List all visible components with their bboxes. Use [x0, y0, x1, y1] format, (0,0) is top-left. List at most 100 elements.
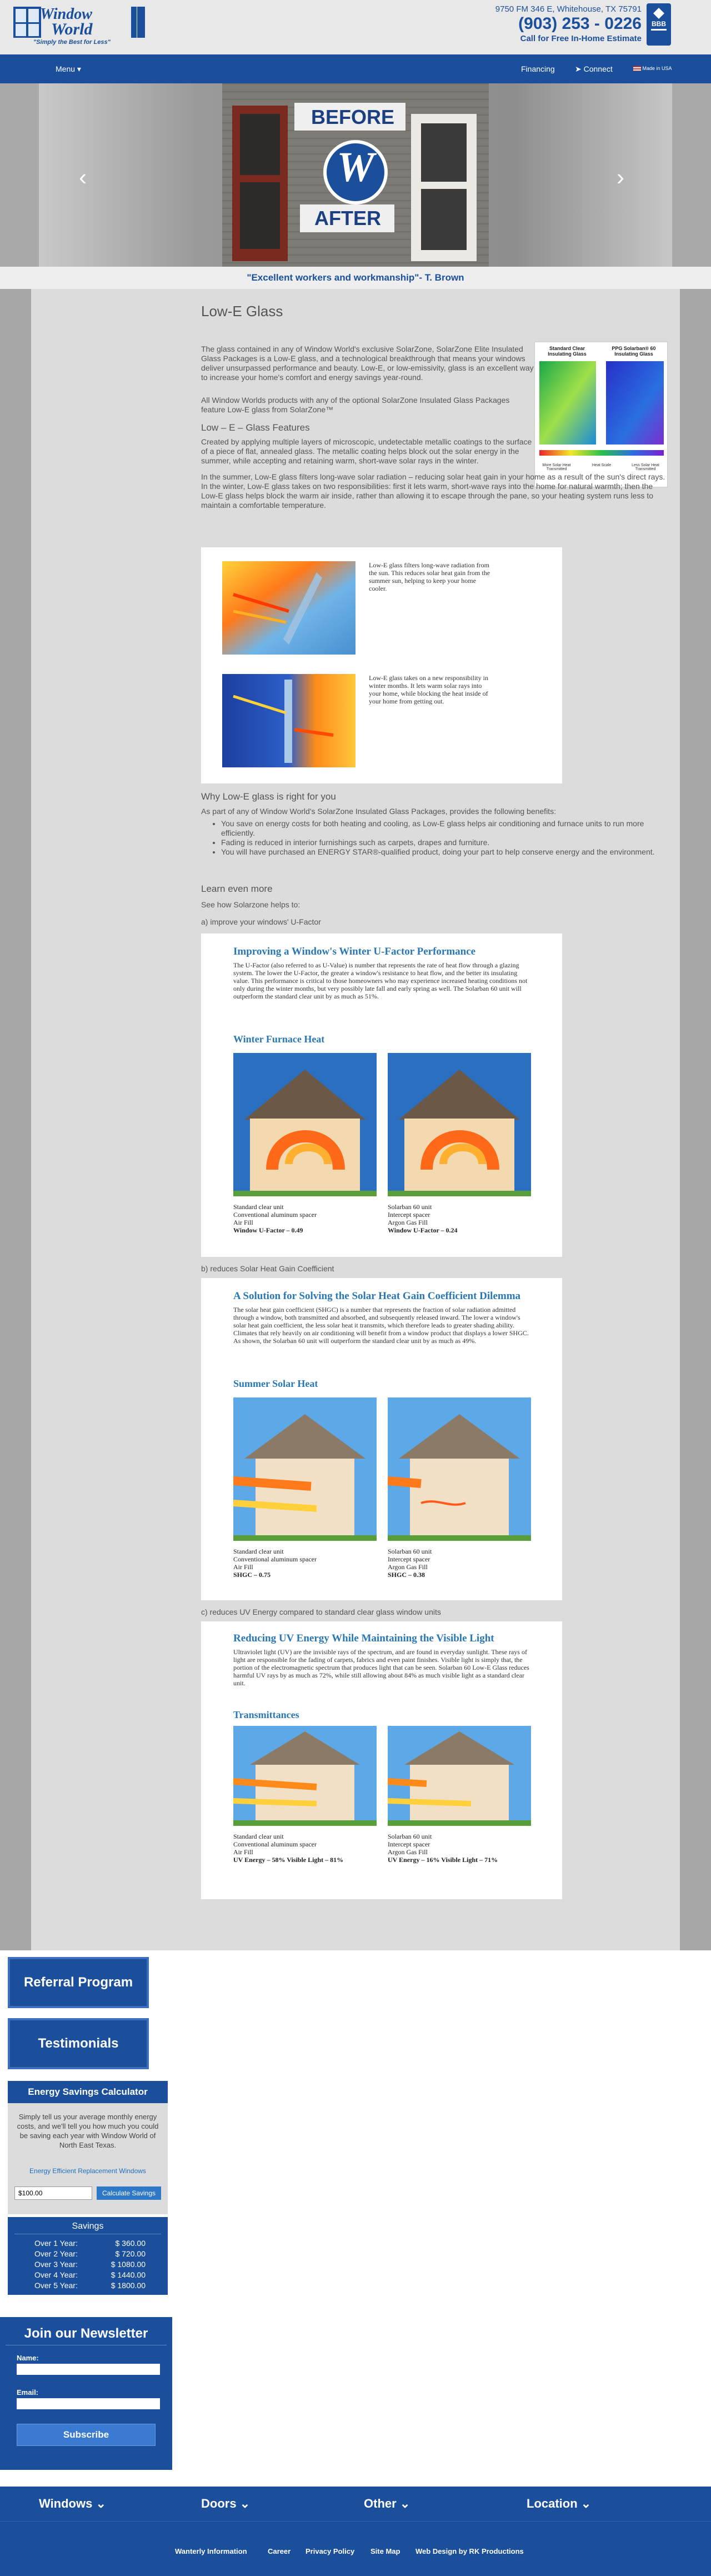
logo[interactable]: Window World "Simply the Best for Less"	[12, 4, 146, 47]
why-intro: As part of any of Window World's SolarZo…	[201, 807, 556, 816]
glass-comparison-figure: Standard Clear Insulating Glass PPG Sola…	[534, 342, 668, 487]
caption-line: Conventional aluminum spacer	[233, 1555, 317, 1563]
caption-line: Standard clear unit	[233, 1833, 284, 1840]
item-b-label: b) reduces Solar Heat Gain Coefficient	[201, 1264, 334, 1273]
thermal-images	[539, 361, 664, 456]
subscribe-button[interactable]: Subscribe	[17, 2424, 156, 2446]
caption-line: Solarban 60 unit	[388, 1547, 432, 1555]
footer-nav-doors[interactable]: Doors ⌄	[201, 2497, 250, 2511]
features-heading: Low – E – Glass Features	[201, 422, 310, 433]
testimonial-banner: "Excellent workers and workmanship"- T. …	[0, 267, 711, 289]
calculator-link[interactable]: Energy Efficient Replacement Windows	[8, 2167, 168, 2175]
chevron-down-icon: ⌄	[96, 2497, 106, 2510]
caption-line: Conventional aluminum spacer	[233, 1211, 317, 1219]
logo-line2: World	[51, 20, 93, 38]
caption-line: Argon Gas Fill	[388, 1563, 428, 1571]
flag-icon	[633, 66, 641, 72]
slider-image: BEFORE W AFTER ‹ ›	[39, 83, 672, 267]
caption-value: SHGC – 0.38	[388, 1571, 425, 1579]
chevron-down-icon: ⌄	[580, 2497, 592, 2510]
estimate-cta[interactable]: Call for Free In-Home Estimate	[453, 34, 642, 43]
benefit-item: You will have purchased an ENERGY STAR®-…	[221, 847, 665, 857]
caption-line: Air Fill	[233, 1563, 253, 1571]
furnace-right-diagram	[388, 1053, 531, 1196]
financing-link[interactable]: Financing	[521, 64, 555, 73]
uv-panel: Reducing UV Energy While Maintaining the…	[201, 1621, 562, 1899]
footer-link-warranty[interactable]: Wanterly Information	[175, 2547, 247, 2555]
chevron-down-icon: ▾	[77, 64, 81, 73]
transmittance-left-diagram	[233, 1726, 377, 1826]
caption-line: Argon Gas Fill	[388, 1848, 428, 1856]
page-title: Low-E Glass	[201, 303, 283, 319]
bbb-badge[interactable]: BBB	[647, 3, 671, 46]
footer-link-career[interactable]: Career	[268, 2547, 291, 2555]
benefit-item: Fading is reduced in interior furnishing…	[221, 838, 665, 847]
caption-value: Window U-Factor – 0.49	[233, 1226, 303, 1234]
footer-link-sitemap[interactable]: Site Map	[370, 2547, 400, 2555]
left-gutter	[0, 289, 31, 1950]
caption-line: Air Fill	[233, 1219, 253, 1226]
menu-button[interactable]: Menu ▾	[56, 64, 81, 74]
name-label: Name:	[17, 2354, 39, 2362]
intro-paragraph-1: The glass contained in any of Window Wor…	[201, 345, 534, 382]
newsletter-box: Join our Newsletter Name: Email: Subscri…	[0, 2317, 172, 2470]
u-factor-panel: Improving a Window's Winter U-Factor Per…	[201, 933, 562, 1257]
caption-line: Argon Gas Fill	[388, 1219, 428, 1226]
calculator-description: Simply tell us your average monthly ener…	[17, 2113, 159, 2149]
phone-number[interactable]: (903) 253 - 0226	[453, 14, 642, 34]
footer-nav-windows[interactable]: Windows ⌄	[39, 2497, 106, 2511]
u-factor-subtitle: Winter Furnace Heat	[233, 1034, 325, 1045]
footer-link-privacy[interactable]: Privacy Policy	[306, 2547, 354, 2555]
footer-links: Wanterly Information Career Privacy Poli…	[0, 2521, 711, 2576]
contact-block: 9750 FM 346 E, Whitehouse, TX 75791 (903…	[453, 4, 642, 43]
email-field[interactable]	[17, 2398, 160, 2409]
share-icon: ➤	[575, 64, 582, 73]
testimonials-button[interactable]: Testimonials	[8, 2018, 149, 2069]
footer-nav-location[interactable]: Location ⌄	[527, 2497, 591, 2511]
scale-label-more: More Solar Heat Transmitted	[542, 463, 571, 471]
winter-text: Low-E glass takes on a new responsibilit…	[369, 674, 488, 705]
summer-left-diagram	[233, 1397, 377, 1541]
slider-next-arrow-icon[interactable]: ›	[617, 164, 624, 191]
slider-logo-letter: W	[337, 144, 374, 191]
right-gutter	[680, 289, 711, 1950]
caption-line: Standard clear unit	[233, 1547, 284, 1555]
footer-nav-other[interactable]: Other ⌄	[364, 2497, 410, 2511]
u-factor-text: The U-Factor (also referred to as U-Valu…	[233, 961, 528, 1000]
features-paragraph-1: Created by applying multiple layers of m…	[201, 437, 532, 465]
caption-value: SHGC – 0.75	[233, 1571, 271, 1579]
caption-line: Intercept spacer	[388, 1840, 430, 1848]
connect-link[interactable]: ➤ Connect	[575, 64, 613, 74]
footer-nav-label: Windows	[39, 2497, 93, 2510]
savings-row-value: $ 720.00	[115, 2249, 146, 2258]
newsletter-title: Join our Newsletter	[24, 2326, 148, 2341]
energy-calculator: Energy Savings Calculator Simply tell us…	[8, 2081, 168, 2214]
features-paragraph-2: In the summer, Low-E glass filters long-…	[201, 472, 665, 510]
calculate-savings-button[interactable]: Calculate Savings	[97, 2186, 161, 2200]
savings-row-label: Over 4 Year:	[34, 2270, 78, 2279]
savings-row-label: Over 3 Year:	[34, 2260, 78, 2269]
learn-intro: See how Solarzone helps to:	[201, 900, 301, 909]
caption-value: UV Energy – 16% Visible Light – 71%	[388, 1856, 498, 1864]
footer-nav-label: Doors	[201, 2497, 237, 2510]
made-in-usa-flag: Made in USA	[633, 66, 672, 72]
shgc-title: A Solution for Solving the Solar Heat Ga…	[233, 1290, 521, 1302]
comparison-col2-label: PPG Solarban® 60 Insulating Glass	[612, 346, 656, 357]
monthly-cost-input[interactable]	[14, 2186, 92, 2200]
calculator-title: Energy Savings Calculator	[8, 2081, 168, 2103]
caption-line: Air Fill	[233, 1848, 253, 1856]
item-a-label: a) improve your windows' U-Factor	[201, 917, 321, 926]
uv-text: Ultraviolet light (UV) are the invisible…	[233, 1648, 529, 1687]
referral-program-button[interactable]: Referral Program	[8, 1957, 149, 2008]
winter-diagram	[222, 674, 356, 767]
caption-value: UV Energy – 58% Visible Light – 81%	[233, 1856, 344, 1864]
connect-label: Connect	[583, 64, 613, 73]
name-field[interactable]	[17, 2364, 160, 2375]
shgc-text: The solar heat gain coefficient (SHGC) i…	[233, 1306, 529, 1345]
caption-line: Standard clear unit	[233, 1203, 284, 1211]
footer-link-webdesign[interactable]: Web Design by RK Productions	[415, 2547, 524, 2555]
benefit-item: You save on energy costs for both heatin…	[221, 819, 665, 838]
savings-row-value: $ 1800.00	[111, 2281, 146, 2290]
slider-prev-arrow-icon[interactable]: ‹	[79, 164, 87, 191]
shgc-left-caption: Standard clear unit Conventional aluminu…	[233, 1547, 377, 1579]
